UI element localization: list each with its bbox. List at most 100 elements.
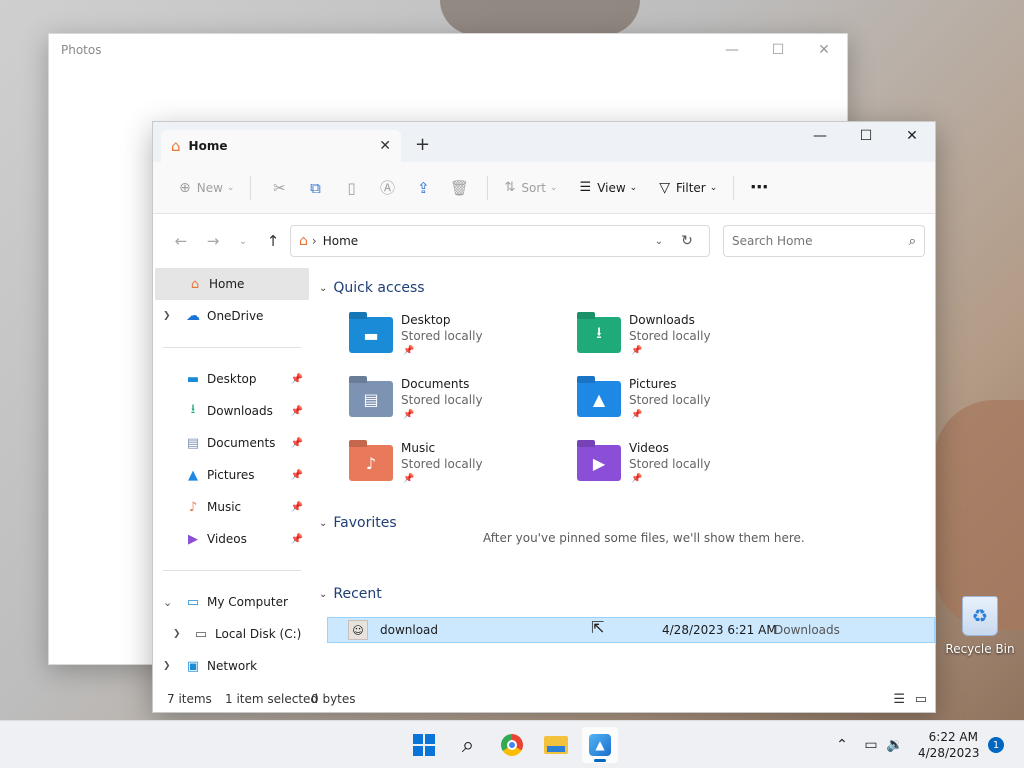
address-bar[interactable]: ⌂ › Home ⌄ ↻ — [290, 225, 710, 257]
item-status: Stored locally — [629, 457, 711, 471]
cloud-icon: ☁ — [186, 308, 200, 324]
quick-access-documents[interactable]: ▤ Documents Stored locally 📌 — [349, 377, 569, 433]
recycle-bin-desktop-icon[interactable]: ♻ Recycle Bin — [944, 596, 1016, 656]
clock[interactable]: 6:22 AM 4/28/2023 — [918, 729, 980, 761]
recent-header[interactable]: ⌄ Recent — [319, 586, 382, 602]
sidebar-item-local-disk[interactable]: ❯ ▭ Local Disk (C:) — [153, 618, 309, 650]
rename-icon: Ⓐ — [379, 179, 395, 197]
chrome-icon — [501, 734, 523, 756]
new-tab-button[interactable]: + — [415, 134, 430, 155]
cut-button[interactable]: ✂ — [261, 170, 297, 206]
pictures-icon: ▲ — [188, 467, 198, 483]
new-button[interactable]: ⊕ New ⌄ — [173, 170, 240, 206]
quick-access-downloads[interactable]: ⭳ Downloads Stored locally 📌 — [577, 313, 797, 369]
tab-close-button[interactable]: ✕ — [379, 138, 391, 154]
item-name: Desktop — [401, 313, 451, 327]
item-status: Stored locally — [629, 329, 711, 343]
search-icon[interactable]: ⌕ — [909, 234, 916, 249]
quick-access-videos[interactable]: ▶ Videos Stored locally 📌 — [577, 441, 797, 497]
refresh-button[interactable]: ↻ — [673, 233, 701, 249]
search-input[interactable] — [732, 234, 909, 248]
details-view-icon[interactable]: ☰ — [893, 692, 905, 707]
chevron-right-icon[interactable]: ❯ — [163, 661, 171, 671]
sidebar-item-label: My Computer — [207, 595, 288, 609]
chrome-taskbar-button[interactable] — [494, 727, 530, 763]
pin-icon: 📌 — [290, 405, 303, 417]
close-button[interactable]: ✕ — [889, 122, 935, 150]
windows-logo-icon — [413, 734, 435, 756]
document-icon: ▤ — [363, 389, 379, 409]
chevron-up-icon[interactable]: ⌃ — [832, 737, 852, 753]
file-explorer-window[interactable]: ⌂ Home ✕ + — ☐ ✕ ⊕ New ⌄ ✂ ⧉ ▯ Ⓐ ⇪ 🗑 ⇅ S… — [152, 121, 936, 713]
sort-button[interactable]: ⇅ Sort ⌄ — [498, 170, 563, 206]
up-button[interactable]: ↑ — [257, 226, 289, 256]
sidebar-item-network[interactable]: ❯ ▣ Network — [153, 650, 309, 682]
trash-icon: 🗑 — [449, 178, 469, 197]
document-icon: ▤ — [186, 435, 200, 451]
chevron-down-icon[interactable]: ⌄ — [163, 596, 172, 609]
photos-minimize-button[interactable]: — — [709, 34, 755, 66]
network-status-icon[interactable]: ▭ — [858, 737, 884, 753]
file-explorer-taskbar-button[interactable] — [538, 727, 574, 763]
quick-access-desktop[interactable]: ▬ Desktop Stored locally 📌 — [349, 313, 569, 369]
sidebar-item-music[interactable]: ♪ Music 📌 — [153, 491, 309, 523]
start-button[interactable] — [406, 727, 442, 763]
clipboard-icon: ▯ — [347, 178, 356, 197]
mountain-icon: ▲ — [592, 389, 606, 409]
rename-button[interactable]: Ⓐ — [369, 170, 405, 206]
sidebar-item-label: Videos — [207, 532, 247, 546]
breadcrumb-home[interactable]: Home — [323, 234, 645, 248]
sidebar-item-documents[interactable]: ▤ Documents 📌 — [153, 427, 309, 459]
maximize-button[interactable]: ☐ — [843, 122, 889, 150]
chevron-down-icon: ⌄ — [549, 182, 558, 193]
photos-close-button[interactable]: ✕ — [801, 34, 847, 66]
sidebar-item-desktop[interactable]: ▬ Desktop 📌 — [153, 363, 309, 395]
more-options-button[interactable]: ⋯ — [744, 170, 774, 206]
copy-button[interactable]: ⧉ — [297, 170, 333, 206]
home-icon: ⌂ — [299, 233, 308, 249]
sort-label: Sort — [521, 180, 546, 195]
quick-access-pictures[interactable]: ▲ Pictures Stored locally 📌 — [577, 377, 797, 433]
sidebar-item-videos[interactable]: ▶ Videos 📌 — [153, 523, 309, 555]
recent-file-row[interactable]: ☺ download 4/28/2023 6:21 AM Downloads — [327, 617, 935, 643]
clock-time: 6:22 AM — [928, 730, 978, 744]
notification-badge[interactable]: 1 — [988, 737, 1004, 753]
filter-button[interactable]: ▽ Filter ⌄ — [653, 170, 723, 206]
paste-button[interactable]: ▯ — [333, 170, 369, 206]
view-button[interactable]: ☰ View ⌄ — [574, 170, 644, 206]
sidebar-divider — [163, 347, 301, 348]
photos-maximize-button[interactable]: ☐ — [755, 34, 801, 66]
back-button[interactable]: ← — [165, 226, 197, 256]
share-button[interactable]: ⇪ — [405, 170, 441, 206]
chevron-right-icon[interactable]: ❯ — [163, 311, 171, 321]
sidebar-item-label: Music — [207, 500, 242, 514]
tiles-view-icon[interactable]: ▭ — [915, 692, 927, 707]
minimize-button[interactable]: — — [797, 122, 843, 150]
copy-icon: ⧉ — [310, 178, 321, 197]
chevron-right-icon[interactable]: ❯ — [173, 629, 181, 639]
volume-icon[interactable]: 🔉 — [884, 737, 906, 753]
search-box[interactable]: ⌕ — [723, 225, 925, 257]
tab-home[interactable]: ⌂ Home ✕ — [161, 130, 401, 162]
photos-taskbar-button[interactable]: ▲ — [582, 727, 618, 763]
sidebar-item-home[interactable]: ⌂ Home — [155, 268, 309, 300]
system-tray: ⌃ ▭ 🔉 — [832, 721, 906, 768]
toolbar-divider — [733, 175, 735, 200]
sidebar-item-my-computer[interactable]: ⌄ ▭ My Computer — [153, 586, 309, 618]
forward-button[interactable]: → — [197, 226, 229, 256]
sidebar-divider — [163, 570, 301, 571]
refresh-icon: ↻ — [681, 233, 693, 249]
sidebar-item-downloads[interactable]: ⭳ Downloads 📌 — [153, 395, 309, 427]
quick-access-header[interactable]: ⌄ Quick access — [319, 280, 425, 296]
quick-access-music[interactable]: ♪ Music Stored locally 📌 — [349, 441, 569, 497]
favorites-header[interactable]: ⌄ Favorites — [319, 515, 397, 531]
sidebar-item-pictures[interactable]: ▲ Pictures 📌 — [153, 459, 309, 491]
sidebar-item-label: Network — [207, 659, 258, 673]
file-explorer-icon — [544, 736, 568, 754]
address-dropdown-button[interactable]: ⌄ — [645, 236, 673, 247]
sidebar-item-onedrive[interactable]: ❯ ☁ OneDrive — [153, 300, 309, 332]
section-title: Favorites — [333, 515, 397, 531]
delete-button[interactable]: 🗑 — [441, 170, 477, 206]
search-taskbar-button[interactable]: ⌕ — [450, 727, 486, 763]
recent-locations-button[interactable]: ⌄ — [229, 226, 257, 256]
